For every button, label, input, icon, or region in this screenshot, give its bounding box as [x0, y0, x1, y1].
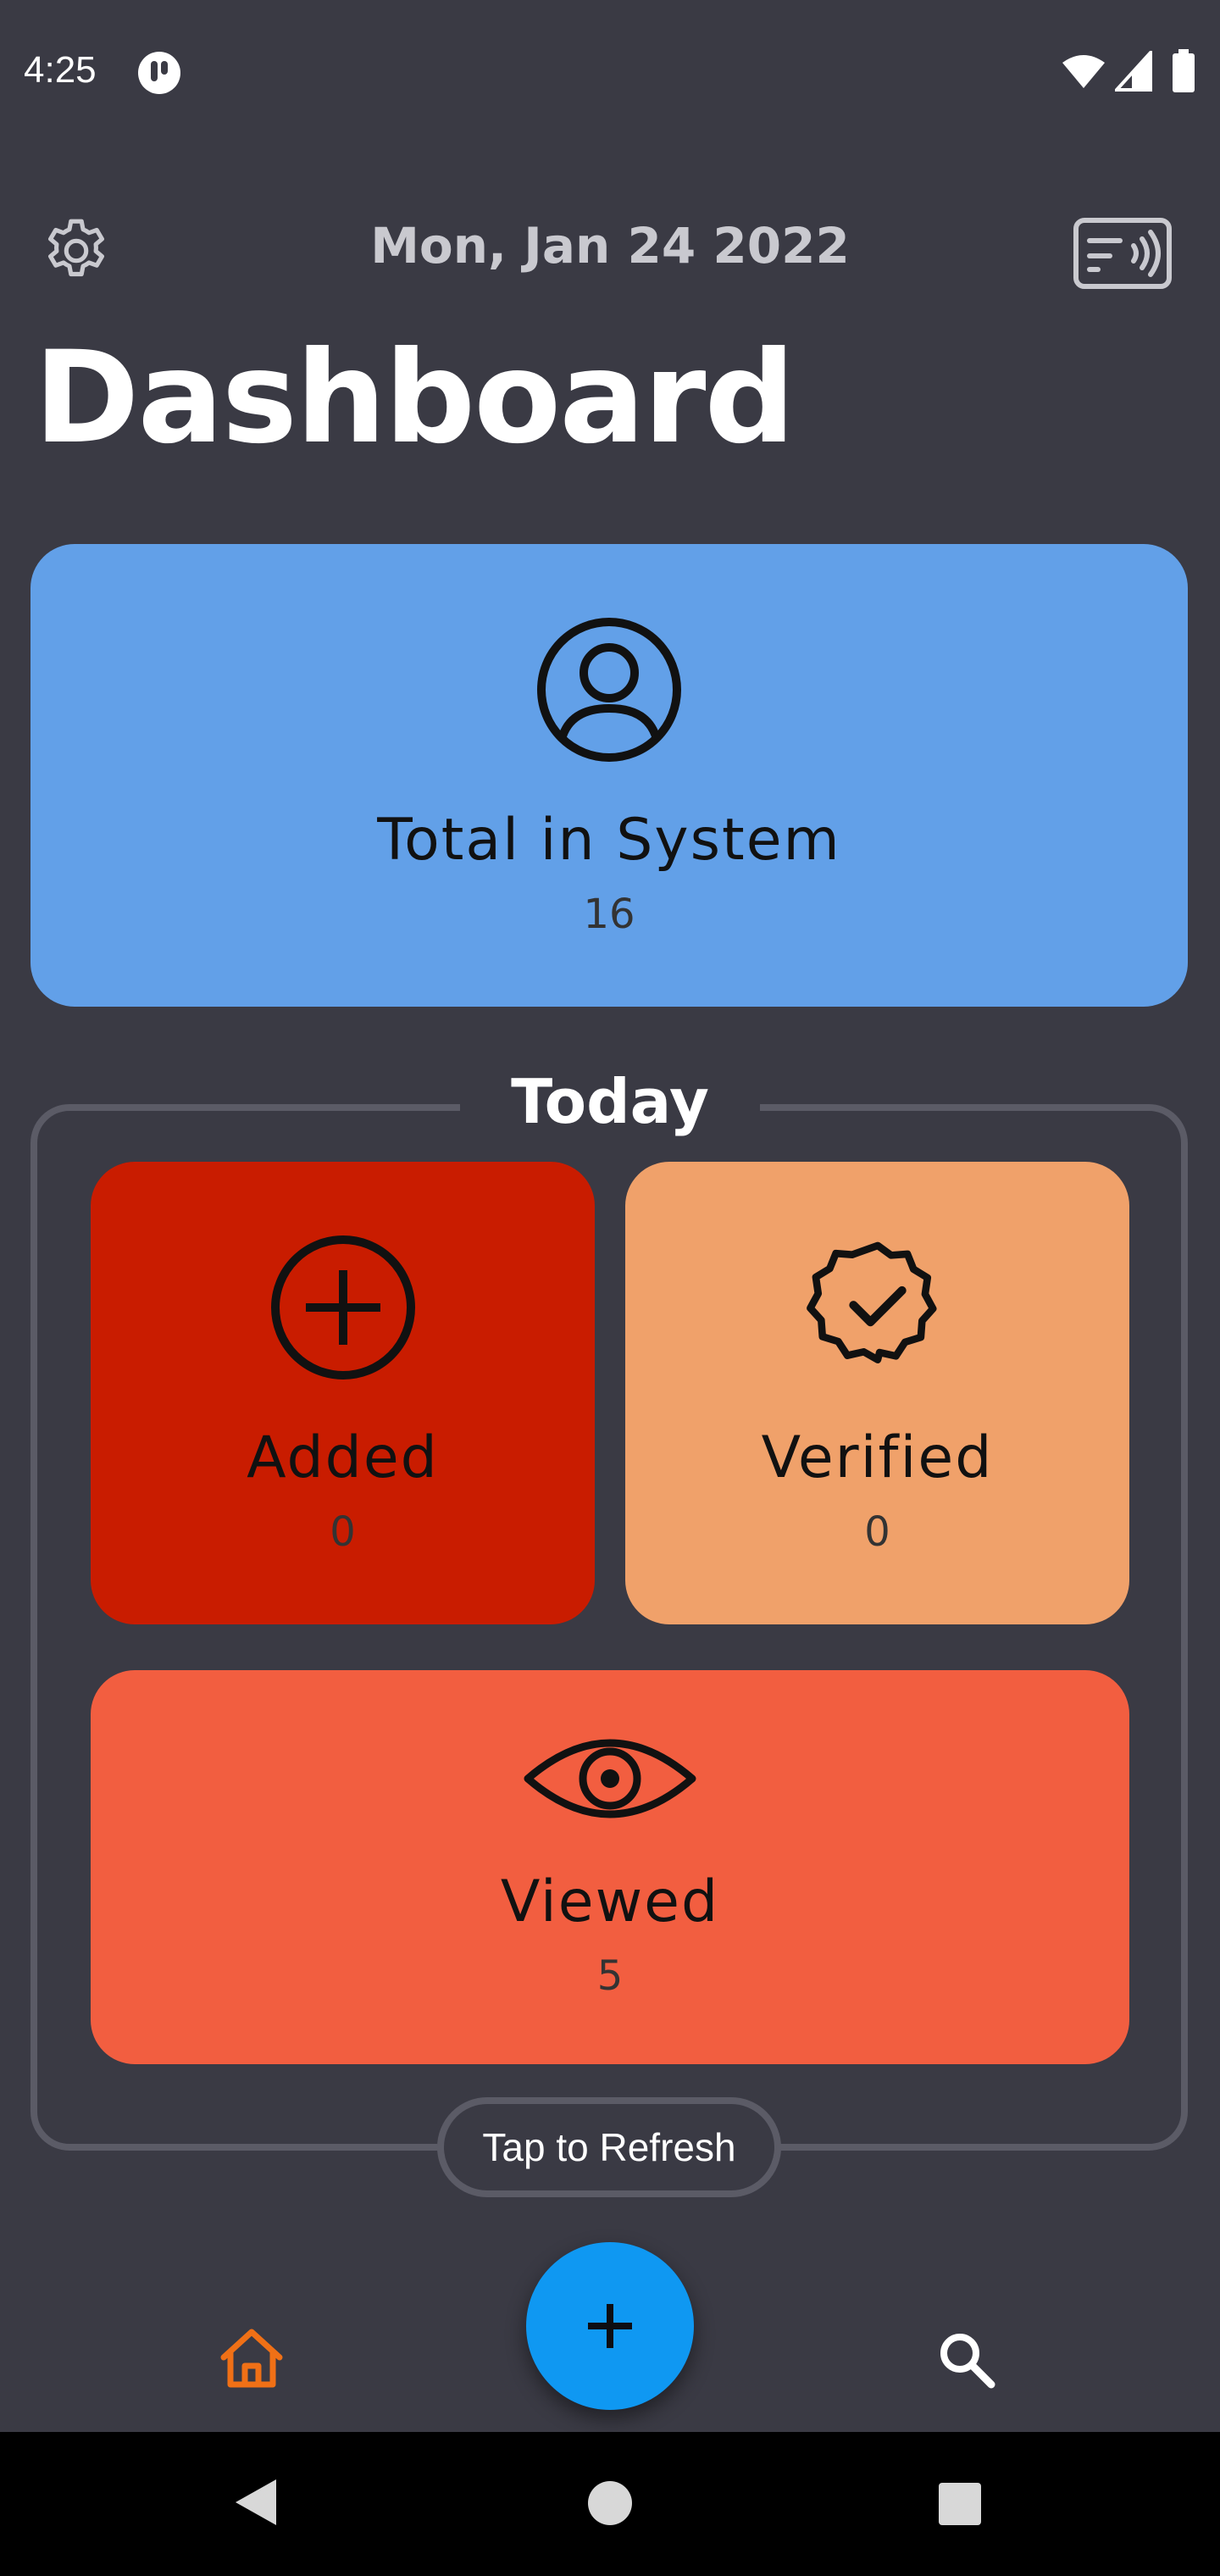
nfc-card-icon[interactable] [1073, 217, 1173, 290]
today-title-text: Today [460, 1066, 760, 1137]
system-nav-bar [0, 2432, 1220, 2576]
added-card[interactable]: Added 0 [91, 1162, 595, 1624]
header-date: Mon, Jan 24 2022 [370, 217, 850, 275]
user-circle-icon [537, 618, 681, 762]
total-label: Total in System [377, 807, 841, 874]
added-label: Added [247, 1424, 439, 1491]
home-icon[interactable] [219, 2327, 285, 2388]
today-title: Today [0, 1066, 1220, 1137]
verified-badge-icon [806, 1241, 937, 1363]
viewed-value: 5 [596, 1952, 624, 2000]
plus-circle-icon [270, 1235, 415, 1380]
eye-icon [524, 1739, 696, 1818]
verified-card[interactable]: Verified 0 [625, 1162, 1129, 1624]
viewed-card[interactable]: Viewed 5 [91, 1670, 1129, 2064]
add-fab-button[interactable] [526, 2242, 694, 2410]
added-value: 0 [330, 1508, 356, 1556]
status-bar: 4:25 [0, 0, 1220, 144]
total-in-system-card[interactable]: Total in System 16 [30, 544, 1188, 1007]
viewed-label: Viewed [500, 1868, 720, 1935]
wifi-icon [1062, 55, 1105, 88]
app-notification-icon [138, 52, 180, 94]
page-title: Dashboard [34, 325, 796, 472]
verified-value: 0 [864, 1508, 890, 1556]
recents-nav-icon[interactable] [937, 2481, 983, 2527]
total-value: 16 [583, 891, 635, 938]
status-time: 4:25 [24, 49, 97, 91]
cell-signal-icon [1115, 51, 1152, 92]
plus-icon [588, 2304, 632, 2348]
battery-icon [1173, 49, 1195, 92]
search-icon[interactable] [937, 2330, 996, 2390]
back-nav-icon[interactable] [232, 2476, 280, 2529]
home-nav-icon[interactable] [586, 2479, 634, 2527]
verified-label: Verified [761, 1424, 994, 1491]
tap-to-refresh-button[interactable]: Tap to Refresh [437, 2097, 781, 2197]
